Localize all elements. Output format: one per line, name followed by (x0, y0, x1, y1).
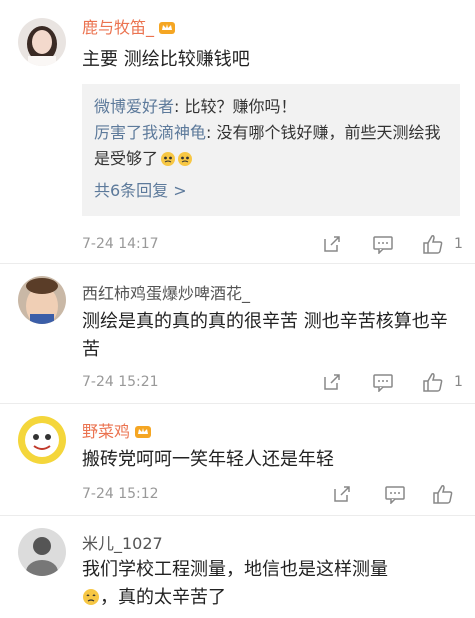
comment-meta: 7-24 14:17 1 (82, 230, 475, 258)
like-count: 1 (454, 236, 463, 252)
like-button[interactable]: 1 (422, 232, 463, 256)
share-button[interactable] (322, 370, 342, 394)
username[interactable]: 鹿与牧笛_ (82, 14, 176, 38)
avatar[interactable] (18, 528, 66, 576)
comment-icon (372, 372, 394, 392)
emoji-icon (160, 151, 194, 167)
username[interactable]: 米儿_1027 (82, 530, 163, 554)
like-icon (422, 233, 444, 255)
divider (0, 403, 475, 404)
reply-username[interactable]: 厉害了我滴神龟 (94, 123, 206, 142)
crown-icon (134, 423, 152, 439)
comment-text: 测绘是真的真的真的很辛苦 测也辛苦核算也辛苦 (82, 311, 448, 360)
emoji-icon (82, 588, 100, 606)
avatar[interactable] (18, 276, 66, 324)
share-button[interactable] (322, 232, 342, 256)
timestamp: 7-24 15:21 (82, 374, 159, 390)
like-icon (422, 371, 444, 393)
like-button[interactable]: 1 (422, 370, 463, 394)
comment-text: 主要 测绘比较赚钱吧 (82, 49, 250, 70)
share-icon (322, 234, 342, 254)
comment-meta: 7-24 15:21 1 (82, 368, 475, 396)
avatar[interactable] (18, 416, 66, 464)
share-icon (322, 372, 342, 392)
more-replies-link[interactable]: 共6条回复 > (94, 178, 450, 204)
comment-button[interactable] (372, 370, 394, 394)
like-count: 1 (454, 374, 463, 390)
comment-button[interactable] (384, 482, 406, 506)
like-button[interactable] (432, 482, 464, 506)
timestamp: 7-24 15:12 (82, 486, 159, 502)
avatar[interactable] (18, 18, 66, 66)
like-icon (432, 483, 454, 505)
comment-meta: 7-24 15:12 (82, 480, 475, 508)
reply-username[interactable]: 微博爱好者 (94, 97, 174, 116)
reply-item[interactable]: 厉害了我滴神龟: 没有哪个钱好赚，前些天测绘我是受够了 (94, 120, 450, 172)
comment-icon (384, 484, 406, 504)
share-button[interactable] (332, 482, 352, 506)
reply-box[interactable]: 微博爱好者: 比较？赚你吗！ 厉害了我滴神龟: 没有哪个钱好赚，前些天测绘我是受… (82, 84, 460, 216)
share-icon (332, 484, 352, 504)
comment-text: 我们学校工程测量，地信也是这样测量 ，真的太辛苦了 (82, 559, 388, 608)
crown-icon (158, 19, 176, 35)
comment-button[interactable] (372, 232, 394, 256)
username[interactable]: 西红柿鸡蛋爆炒啤酒花_ (82, 280, 250, 304)
reply-item[interactable]: 微博爱好者: 比较？赚你吗！ (94, 94, 450, 120)
divider (0, 263, 475, 264)
comment-icon (372, 234, 394, 254)
username[interactable]: 野菜鸡 (82, 418, 152, 442)
divider (0, 515, 475, 516)
comment-text: 搬砖党呵呵一笑年轻人还是年轻 (82, 449, 334, 470)
timestamp: 7-24 14:17 (82, 236, 159, 252)
